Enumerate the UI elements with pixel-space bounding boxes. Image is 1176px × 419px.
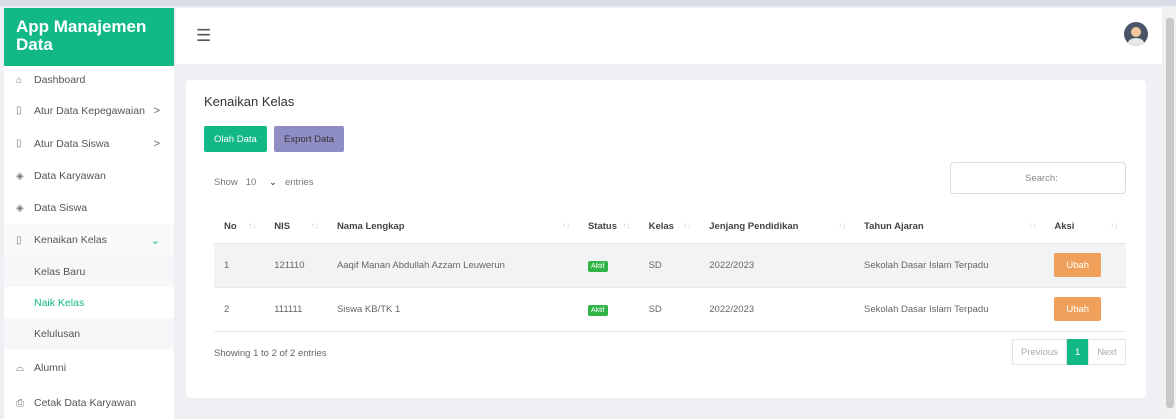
sidebar-item-data-karyawan[interactable]: ◈ Data Karyawan: [4, 160, 174, 192]
sidebar-item-atur-data-siswa[interactable]: ▯ Atur Data Siswa >: [4, 127, 174, 160]
sidebar-item-label: Kenaikan Kelas: [34, 234, 107, 246]
column-header-jenjang-pendidikan[interactable]: Jenjang Pendidikan ↑↓: [699, 211, 855, 244]
scrollbar[interactable]: [1164, 6, 1176, 419]
sidebar-subitem-kelulusan[interactable]: Kelulusan: [4, 318, 174, 349]
pagination: Previous 1 Next: [1012, 339, 1126, 365]
sort-icon: ↑↓: [1110, 221, 1118, 231]
entries-label: entries: [284, 177, 314, 188]
status-badge: Aktif: [587, 260, 608, 272]
column-header-nis[interactable]: NIS ↑↓: [264, 211, 327, 244]
entries-select[interactable]: 10 ⌄: [246, 177, 277, 188]
layers-icon: ◈: [16, 202, 24, 214]
folder-icon: ▯: [16, 138, 22, 149]
sidebar-item-label: Data Siswa: [34, 202, 88, 214]
table-info: Showing 1 to 2 of 2 entries: [214, 348, 327, 359]
user-avatar-icon[interactable]: [1124, 22, 1148, 46]
chevron-down-icon: ⌄: [268, 177, 277, 188]
cell-no: 2: [214, 287, 265, 332]
cell-nis: 121110: [264, 243, 327, 288]
sidebar-item-label: Dashboard: [34, 74, 86, 86]
graduation-icon: ⌓: [16, 362, 24, 374]
data-table: No ↑↓ NIS ↑↓ Nama Lengkap ↑↓ Status ↑↓ Kelas…: [214, 211, 1126, 332]
brand-title[interactable]: App Manajemen Data: [4, 8, 174, 66]
cell-nis: 111111: [264, 287, 327, 332]
column-header-status[interactable]: Status ↑↓: [577, 211, 639, 244]
sidebar-item-alumni[interactable]: ⌓ Alumni: [4, 349, 174, 387]
column-header-nama-lengkap[interactable]: Nama Lengkap ↑↓: [326, 211, 578, 244]
search-label: Search:: [1025, 172, 1058, 184]
layers-icon: ◈: [16, 170, 24, 182]
cell-kelas: SD: [638, 287, 700, 332]
pagination-next[interactable]: Next: [1088, 339, 1126, 365]
chevron-down-icon: ⌄: [150, 234, 160, 247]
home-icon: ⌂: [16, 74, 23, 86]
column-header-tahun-ajaran[interactable]: Tahun Ajaran ↑↓: [854, 211, 1045, 244]
sidebar-item-label: Atur Data Kepegawaian: [34, 104, 145, 117]
folder-icon: ▯: [16, 105, 22, 116]
cell-status: Aktif: [577, 243, 639, 288]
sort-icon: ↑↓: [622, 221, 631, 231]
sort-icon: ↑↓: [561, 221, 570, 231]
cell-no: 1: [214, 243, 265, 288]
sidebar-item-label: Data Karyawan: [34, 170, 106, 182]
top-border: [0, 0, 1176, 6]
print-icon: ⎙: [16, 397, 24, 409]
export-data-button[interactable]: Export Data: [274, 126, 345, 152]
table-row: 1 121110 Aaqif Manan Abdullah Azzam Leuw…: [214, 243, 1126, 288]
sidebar-item-atur-data-kepegawaian[interactable]: ▯ Atur Data Kepegawaian >: [4, 94, 174, 127]
ubah-button[interactable]: Ubah: [1054, 297, 1102, 321]
ubah-button[interactable]: Ubah: [1054, 253, 1102, 277]
cell-kelas: SD: [638, 243, 700, 288]
sidebar-item-data-siswa[interactable]: ◈ Data Siswa: [4, 192, 174, 224]
top-bar: ☰: [176, 8, 1162, 64]
cell-status: Aktif: [577, 287, 639, 332]
folder-icon: ▯: [16, 234, 22, 246]
column-header-no[interactable]: No ↑↓: [214, 211, 265, 244]
sidebar-subitem-kelas-baru[interactable]: Kelas Baru: [4, 256, 174, 287]
sidebar: App Manajemen Data ⌂ Dashboard ▯ Atur Da…: [4, 8, 174, 419]
sort-icon: ↑↓: [838, 221, 847, 231]
pagination-previous[interactable]: Previous: [1012, 339, 1067, 365]
sidebar-subitem-naik-kelas[interactable]: Naik Kelas: [4, 287, 174, 318]
sidebar-item-dashboard[interactable]: ⌂ Dashboard: [4, 66, 174, 94]
column-header-kelas[interactable]: Kelas ↑↓: [638, 211, 700, 244]
sort-icon: ↑↓: [1028, 221, 1037, 231]
sidebar-item-kenaikan-kelas[interactable]: ▯ Kenaikan Kelas ⌄: [4, 224, 174, 256]
cell-tahun: Sekolah Dasar Islam Terpadu: [854, 287, 1045, 332]
table-header-row: No ↑↓ NIS ↑↓ Nama Lengkap ↑↓ Status ↑↓ Kelas…: [214, 211, 1126, 244]
sidebar-item-label: Alumni: [34, 362, 67, 374]
cell-jenjang: 2022/2023: [699, 243, 855, 288]
show-entries: Show 10 ⌄ entries: [214, 177, 313, 188]
sort-icon: ↑↓: [248, 221, 257, 231]
show-label: Show: [214, 177, 238, 188]
table-row: 2 111111 Siswa KB/TK 1 Aktif SD 2022/202…: [214, 287, 1126, 332]
cell-tahun: Sekolah Dasar Islam Terpadu: [854, 243, 1045, 288]
chevron-right-icon: >: [153, 137, 160, 150]
hamburger-icon[interactable]: ☰: [196, 26, 211, 46]
entries-value: 10: [245, 177, 257, 188]
chevron-right-icon: >: [153, 104, 160, 117]
status-badge: Aktif: [587, 304, 608, 316]
cell-jenjang: 2022/2023: [699, 287, 855, 332]
cell-aksi: Ubah: [1044, 287, 1126, 332]
cell-nama: Aaqif Manan Abdullah Azzam Leuwerun: [326, 243, 578, 288]
sidebar-item-label: Cetak Data Karyawan: [34, 397, 137, 409]
olah-data-button[interactable]: Olah Data: [204, 126, 267, 152]
content-card: Kenaikan Kelas Olah Data Export Data Sho…: [186, 80, 1146, 398]
page-title: Kenaikan Kelas: [204, 94, 295, 109]
sort-icon: ↑↓: [683, 221, 692, 231]
search-box[interactable]: Search:: [950, 162, 1126, 194]
pagination-page-1[interactable]: 1: [1066, 339, 1089, 365]
cell-nama: Siswa KB/TK 1: [326, 287, 578, 332]
scrollbar-thumb[interactable]: [1166, 18, 1174, 408]
cell-aksi: Ubah: [1044, 243, 1126, 288]
sort-icon: ↑↓: [310, 221, 319, 231]
sidebar-item-cetak-data-karyawan[interactable]: ⎙ Cetak Data Karyawan: [4, 387, 174, 419]
sidebar-item-label: Atur Data Siswa: [34, 137, 110, 150]
column-header-aksi[interactable]: Aksi ↑↓: [1044, 211, 1126, 244]
